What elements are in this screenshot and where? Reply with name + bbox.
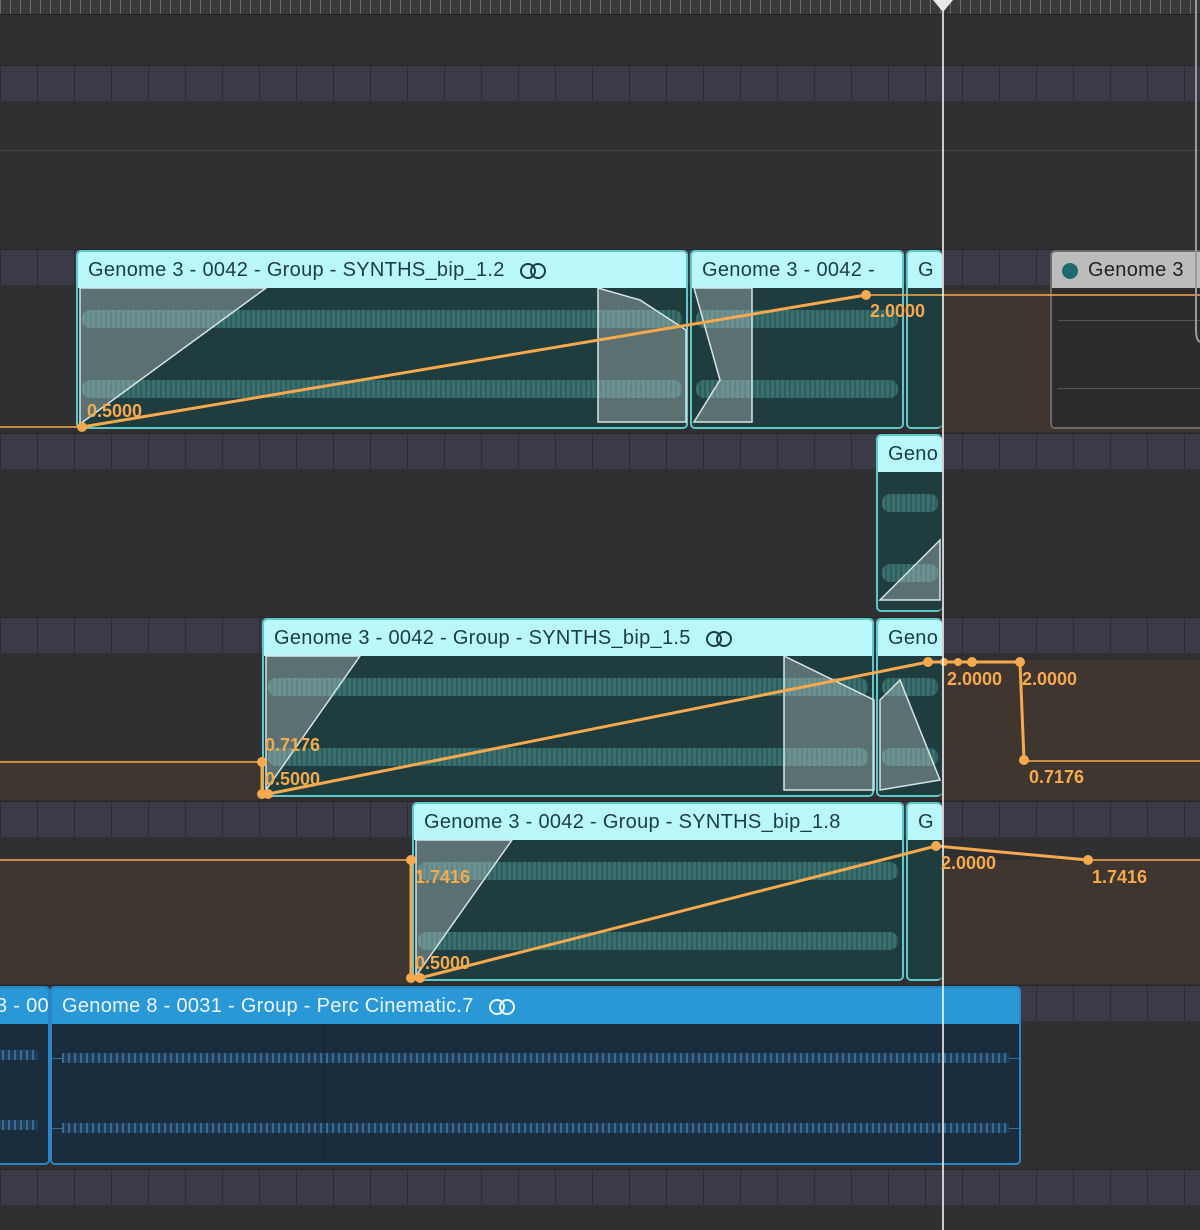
crossfade-handle xyxy=(878,538,941,601)
automation-value: 0.5000 xyxy=(415,953,471,973)
automation-value: 0.5000 xyxy=(87,401,143,421)
crossfade-handle xyxy=(692,287,753,423)
automation-value: 2.0000 xyxy=(947,669,1003,689)
automation-value: 0.7176 xyxy=(265,735,321,755)
automation-value: 0.7176 xyxy=(1029,767,1085,787)
crossfade-handle xyxy=(879,678,942,791)
automation-value: 0.5000 xyxy=(265,769,321,789)
playhead-handle xyxy=(933,0,953,12)
automation-value: 1.7416 xyxy=(1092,867,1148,887)
scroll-edge xyxy=(1195,0,1200,343)
automation-value: 2.0000 xyxy=(1022,669,1078,689)
automation-value: 2.0000 xyxy=(941,853,997,873)
crossfade-handle xyxy=(597,287,687,423)
automation-nodes xyxy=(77,290,1093,983)
fade-shapes xyxy=(79,287,942,979)
automation-value: 1.7416 xyxy=(415,867,471,887)
automation-overlay xyxy=(0,0,1200,1230)
automation-value: 2.0000 xyxy=(870,301,926,321)
